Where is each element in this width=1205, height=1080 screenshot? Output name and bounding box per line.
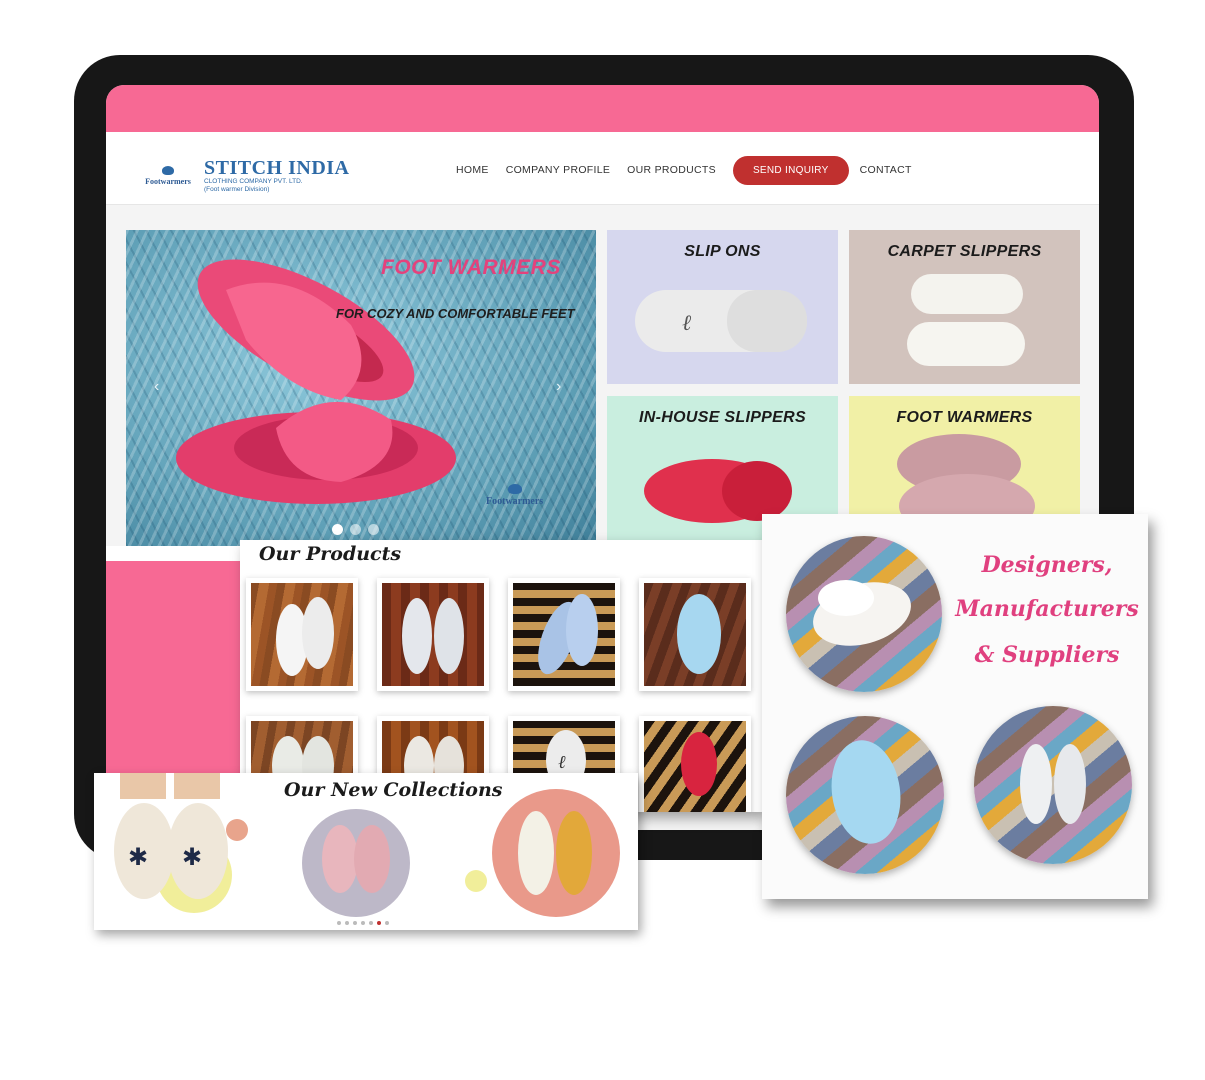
product-thumb-1[interactable]: [246, 578, 358, 691]
collection-dots: [337, 921, 389, 925]
watermark-drop-icon: [507, 484, 522, 494]
collection-dot[interactable]: [385, 921, 389, 925]
our-products-panel: Our Products ℓ: [240, 540, 762, 812]
collection-dot[interactable]: [345, 921, 349, 925]
slip-on-image: ℓ: [635, 290, 807, 352]
top-bar: [106, 85, 1099, 132]
our-products-heading: Our Products: [259, 543, 402, 565]
svg-text:ℓ: ℓ: [682, 311, 692, 336]
main-menu: HOME COMPANY PROFILE OUR PRODUCTS SEND I…: [456, 154, 929, 186]
chevron-left-icon[interactable]: ‹: [154, 378, 159, 396]
slide-dot-3[interactable]: [368, 524, 379, 535]
collection-dot[interactable]: [369, 921, 373, 925]
slide-dot-2[interactable]: [350, 524, 361, 535]
new-collections-banner[interactable]: Our New Collections ✱ ✱: [94, 773, 638, 930]
collection-dot[interactable]: [361, 921, 365, 925]
circle-image-2: [786, 716, 944, 874]
category-carpet-slippers[interactable]: CARPET SLIPPERS: [849, 230, 1080, 384]
slide-dot-1[interactable]: [332, 524, 343, 535]
nav-company-profile[interactable]: COMPANY PROFILE: [506, 164, 610, 176]
circle-image-1: [786, 536, 942, 692]
product-thumb-8[interactable]: [639, 716, 751, 812]
brand-block[interactable]: STITCH INDIA CLOTHING COMPANY PVT. LTD. …: [204, 158, 349, 194]
hero-watermark: Footwarmers: [486, 484, 543, 507]
product-thumb-3[interactable]: [508, 578, 620, 691]
svg-text:✱: ✱: [182, 844, 202, 871]
svg-text:ℓ: ℓ: [558, 752, 566, 773]
category-slip-ons[interactable]: SLIP ONS ℓ: [607, 230, 838, 384]
product-thumb-2[interactable]: [377, 578, 489, 691]
designers-line-1: Designers,: [981, 552, 1113, 578]
collection-dot[interactable]: [353, 921, 357, 925]
svg-text:✱: ✱: [128, 844, 148, 871]
brand-name: STITCH INDIA: [204, 157, 350, 179]
nav-home[interactable]: HOME: [456, 164, 489, 176]
chevron-right-icon[interactable]: ›: [556, 378, 561, 396]
hero-dots: [332, 524, 379, 535]
designers-line-3: & Suppliers: [974, 642, 1120, 668]
logo[interactable]: Footwarmers: [142, 166, 194, 186]
nav-our-products[interactable]: OUR PRODUCTS: [627, 164, 716, 176]
logo-word: Footwarmers: [145, 177, 191, 186]
send-inquiry-button[interactable]: SEND INQUIRY: [732, 155, 849, 185]
navbar: Footwarmers STITCH INDIA CLOTHING COMPAN…: [106, 132, 1099, 205]
hero-tagline: FOR COZY AND COMFORTABLE FEET: [336, 306, 575, 321]
designers-panel: Designers, Manufacturers & Suppliers: [762, 514, 1148, 899]
hero-title: FOOT WARMERS: [381, 256, 561, 279]
collection-images: ✱ ✱: [114, 773, 620, 917]
collection-dot-active[interactable]: [377, 921, 381, 925]
collection-dot[interactable]: [337, 921, 341, 925]
logo-drop-icon: [162, 166, 174, 175]
watermark-text: Footwarmers: [486, 496, 544, 507]
brand-subtitle-1: CLOTHING COMPANY PVT. LTD.: [204, 178, 303, 185]
circle-image-3: [974, 706, 1132, 864]
nav-contact[interactable]: CONTACT: [860, 164, 912, 176]
brand-subtitle-2: (Foot warmer Division): [204, 186, 270, 193]
carpet-slipper-image: [907, 274, 1025, 366]
hero-slider[interactable]: FOOT WARMERS FOR COZY AND COMFORTABLE FE…: [126, 230, 596, 546]
designers-line-2: Manufacturers: [955, 596, 1139, 622]
product-thumb-4[interactable]: [639, 578, 751, 691]
